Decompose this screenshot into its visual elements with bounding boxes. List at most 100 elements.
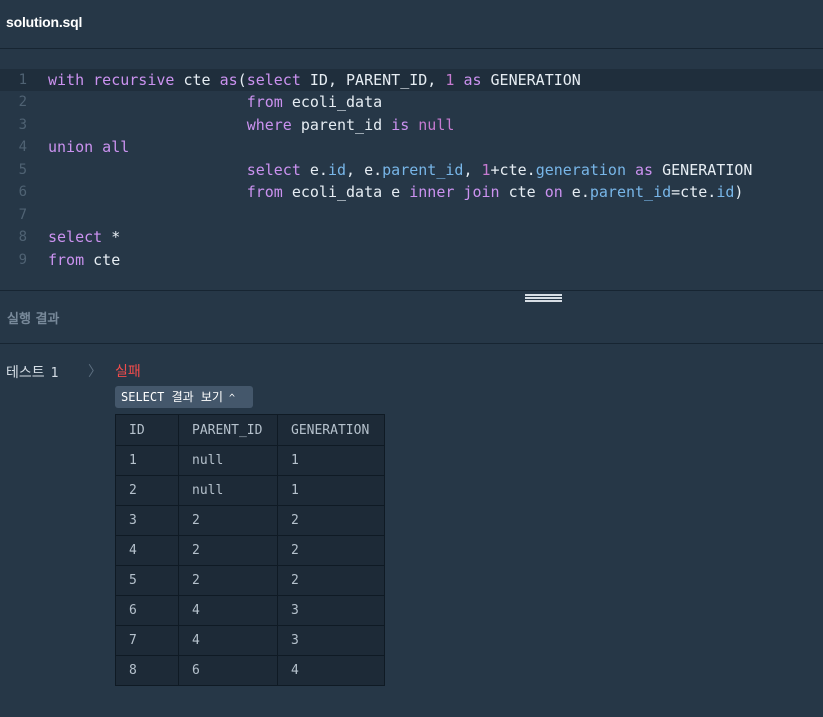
code-token: parent_id	[382, 161, 464, 179]
table-cell: 1	[115, 445, 179, 476]
code-line[interactable]: 5 select e.id, e.parent_id, 1+cte.genera…	[0, 159, 823, 181]
chevron-right-icon: 〉	[88, 364, 102, 380]
code-line[interactable]: 9 from cte	[0, 249, 823, 271]
code-token: =cte.	[671, 183, 717, 201]
code-line[interactable]: 4 union all	[0, 136, 823, 158]
line-number: 6	[18, 184, 27, 200]
column-header: ID	[115, 414, 179, 446]
table-cell: 1	[277, 445, 385, 476]
table-cell: 2	[178, 565, 278, 596]
table-cell: 1	[277, 475, 385, 506]
code-token: e.	[562, 183, 590, 201]
table-cell: 4	[277, 655, 385, 686]
line-number: 3	[18, 117, 27, 133]
code-token: on	[544, 183, 563, 201]
test-status: 실패	[115, 364, 141, 380]
code-editor[interactable]: 1 with recursive cte as(select ID, PARENT…	[0, 50, 823, 290]
line-number: 5	[18, 162, 27, 178]
code-token: as	[635, 161, 654, 179]
line-number: 8	[18, 229, 27, 245]
code-line[interactable]: 3 where parent_id is null	[0, 114, 823, 136]
table-cell: 2	[277, 535, 385, 566]
table-row: 422	[115, 535, 385, 566]
code-token: e.	[300, 161, 328, 179]
code-text: with recursive cte as(select ID, PARENT_…	[48, 69, 581, 91]
code-token: inner join	[409, 183, 500, 201]
line-number: 9	[18, 252, 27, 268]
code-token: cte	[183, 71, 220, 89]
code-token: cte	[499, 183, 545, 201]
code-line[interactable]: 8 select *	[0, 226, 823, 248]
code-text: from cte	[48, 249, 120, 271]
column-header: PARENT_ID	[178, 414, 278, 446]
table-cell: 4	[178, 595, 278, 626]
table-cell: 2	[277, 505, 385, 536]
code-token: id	[327, 161, 347, 179]
table-cell: 5	[115, 565, 179, 596]
table-cell: 2	[277, 565, 385, 596]
table-cell: 6	[115, 595, 179, 626]
table-cell: 2	[178, 535, 278, 566]
result-title: 실행 결과	[7, 312, 60, 327]
code-token: where	[246, 116, 292, 134]
code-text: union all	[48, 136, 129, 158]
code-token: from	[246, 183, 283, 201]
table-row: 743	[115, 625, 385, 656]
table-cell: 7	[115, 625, 179, 656]
code-token: with recursive	[48, 71, 184, 89]
code-token: from	[246, 93, 283, 111]
code-token: parent_id	[291, 116, 392, 134]
table-cell: 2	[115, 475, 179, 506]
code-line[interactable]: 6 from ecoli_data e inner join cte on e.…	[0, 181, 823, 203]
table-header-row: ID PARENT_ID GENERATION	[115, 414, 385, 446]
code-token: ecoli_data	[282, 93, 383, 111]
table-cell: 3	[277, 625, 385, 656]
code-text: where parent_id is null	[48, 114, 455, 136]
code-token: id	[716, 183, 735, 201]
code-text: from ecoli_data e inner join cte on e.pa…	[48, 181, 744, 203]
code-token: +cte.	[490, 161, 536, 179]
code-line[interactable]: 7	[0, 204, 823, 226]
code-token: 1	[481, 161, 491, 179]
code-line[interactable]: 2 from ecoli_data	[0, 91, 823, 113]
code-token: GENERATION	[653, 161, 753, 179]
table-cell: null	[178, 445, 278, 476]
select-result-toggle-button[interactable]: SELECT 결과 보기 ^	[115, 386, 253, 408]
code-token: parent_id	[589, 183, 672, 201]
code-token: select	[246, 161, 301, 179]
code-text: from ecoli_data	[48, 91, 382, 113]
table-cell: null	[178, 475, 278, 506]
table-row: 2 null 1	[115, 475, 385, 506]
code-token: )	[734, 183, 744, 201]
line-number: 4	[18, 139, 27, 155]
chevron-up-icon: ^	[228, 393, 235, 404]
code-line[interactable]: 1 with recursive cte as(select ID, PARENT…	[0, 69, 823, 91]
result-header: 실행 결과	[0, 291, 823, 344]
table-cell: 6	[178, 655, 278, 686]
line-number: 1	[18, 72, 27, 88]
code-token: null	[418, 116, 455, 134]
code-token: GENERATION	[481, 71, 581, 89]
line-number: 2	[18, 94, 27, 110]
table-cell: 8	[115, 655, 179, 686]
code-token: from	[48, 251, 85, 269]
code-token: *	[102, 228, 121, 246]
resize-handle-icon[interactable]	[525, 294, 562, 303]
code-token: select	[246, 71, 310, 89]
table-row: 522	[115, 565, 385, 596]
line-number: 7	[18, 207, 27, 223]
table-row: 322	[115, 505, 385, 536]
code-token: select	[48, 228, 103, 246]
table-row: 864	[115, 655, 385, 686]
file-name: solution.sql	[6, 14, 83, 30]
test-case-label: 테스트 1	[6, 362, 58, 382]
code-token: ID, PARENT_ID,	[309, 71, 446, 89]
code-text: select e.id, e.parent_id, 1+cte.generati…	[48, 159, 753, 181]
column-header: GENERATION	[277, 414, 385, 446]
